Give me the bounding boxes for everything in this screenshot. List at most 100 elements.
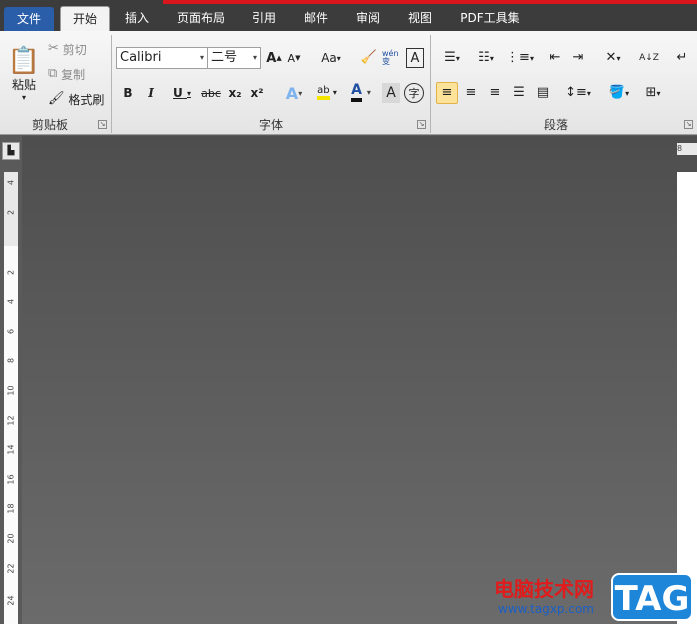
tab-references[interactable]: 引用 <box>242 6 286 31</box>
align-left-button[interactable]: ≡ <box>436 82 458 104</box>
enclose-characters-button[interactable]: 字 <box>404 83 424 103</box>
paste-button[interactable]: 📋 粘贴 ▾ <box>4 37 44 111</box>
copy-label: 复制 <box>61 67 86 82</box>
tab-selector-button[interactable]: ▙ <box>2 142 20 160</box>
ruler-number: 4 <box>6 179 16 186</box>
underline-button[interactable]: U ▾ <box>166 83 198 103</box>
clipboard-group-label: 剪贴板 <box>31 118 68 132</box>
tab-mailings[interactable]: 邮件 <box>294 6 338 31</box>
ruler-number: 8 <box>6 357 16 364</box>
align-right-icon: ≡ <box>489 85 501 100</box>
italic-button[interactable]: I <box>143 83 159 103</box>
align-center-button[interactable]: ≡ <box>460 82 482 104</box>
ruler-number: 8 <box>677 144 683 153</box>
document-page[interactable] <box>677 172 697 624</box>
subscript-label: x₂ <box>228 86 242 100</box>
phonetic-guide-button[interactable]: wén 变 <box>382 46 404 70</box>
strikethrough-button[interactable]: abc <box>200 83 222 103</box>
numbering-button[interactable]: ☷ ▾ <box>470 48 502 68</box>
paragraph-group-label: 段落 <box>543 118 568 132</box>
ruler-number: 10 <box>6 385 16 396</box>
tab-review[interactable]: 审阅 <box>346 6 390 31</box>
chevron-down-icon: ▾ <box>298 88 303 98</box>
chevron-down-icon: ▾ <box>586 88 591 98</box>
bold-button[interactable]: B <box>120 83 136 103</box>
cut-label: 剪切 <box>62 42 87 57</box>
font-color-label: A <box>351 82 362 102</box>
copy-icon: ⧉ <box>48 66 58 81</box>
tab-file[interactable]: 文件 <box>4 7 54 31</box>
ruler-number: 2 <box>6 209 16 216</box>
bullets-button[interactable]: ☰ ▾ <box>436 48 468 68</box>
sort-label: A↓Z <box>639 52 659 63</box>
text-effect-button[interactable]: A ▾ <box>280 83 308 103</box>
tab-insert[interactable]: 插入 <box>113 6 161 31</box>
justify-icon: ☰ <box>513 85 525 100</box>
chevron-down-icon: ▾ <box>21 93 26 102</box>
clear-format-button[interactable]: 🧹 <box>358 48 380 68</box>
ruler-number: 14 <box>6 444 16 455</box>
border-grid-icon: ⊞ <box>645 85 657 100</box>
borders-button[interactable]: ⊞ ▾ <box>638 82 668 104</box>
shading-button[interactable]: 🪣 ▾ <box>604 82 634 104</box>
ruler-number: 6 <box>6 328 16 335</box>
sort-button[interactable]: A↓Z <box>638 46 660 70</box>
tab-view[interactable]: 视图 <box>398 6 442 31</box>
tab-page-layout[interactable]: 页面布局 <box>168 6 234 31</box>
format-painter-label: 格式刷 <box>68 92 105 107</box>
ruler-number: 12 <box>6 415 16 426</box>
align-center-icon: ≡ <box>465 85 477 100</box>
shrink-font-label: A <box>287 51 296 65</box>
format-painter-button[interactable]: 🖌 格式刷 <box>48 89 110 109</box>
asian-layout-button[interactable]: ✕ ▾ <box>598 48 628 68</box>
numbered-list-icon: ☷ <box>478 50 490 65</box>
tab-pdf-tools[interactable]: PDF工具集 <box>452 6 528 31</box>
highlight-color-button[interactable]: ab ▾ <box>311 81 343 103</box>
justify-button[interactable]: ☰ <box>508 82 530 104</box>
font-size-combo[interactable]: 二号 ▾ <box>207 47 261 69</box>
font-color-button[interactable]: A ▾ <box>346 81 376 103</box>
decrease-indent-button[interactable]: ⇤ <box>545 48 565 68</box>
show-marks-button[interactable]: ↵ <box>672 48 692 68</box>
subscript-button[interactable]: x₂ <box>226 83 244 103</box>
ruler-number: 2 <box>6 269 16 276</box>
ruler-number: 16 <box>6 474 16 485</box>
superscript-button[interactable]: x² <box>248 83 266 103</box>
multilevel-list-icon: ⋮≡ <box>506 50 530 65</box>
chevron-down-icon: ▾ <box>489 53 494 63</box>
increase-indent-button[interactable]: ⇥ <box>568 48 588 68</box>
bullet-list-icon: ☰ <box>444 50 456 65</box>
line-spacing-icon: ↕≡ <box>565 85 587 100</box>
tab-home[interactable]: 开始 <box>60 6 110 32</box>
ruler-number: 24 <box>6 595 16 606</box>
character-border-button[interactable]: A <box>406 48 424 68</box>
change-case-label: Aa <box>321 51 337 65</box>
font-group-label: 字体 <box>258 118 283 132</box>
chevron-down-icon: ▾ <box>366 87 371 97</box>
chevron-down-icon: ▾ <box>252 53 257 62</box>
font-size-value: 二号 <box>211 50 238 65</box>
font-name-combo[interactable]: Calibri ▾ <box>116 47 208 69</box>
chevron-down-icon: ▾ <box>656 88 661 98</box>
copy-button[interactable]: ⧉ 复制 <box>48 64 108 84</box>
grow-font-label: A <box>266 50 277 66</box>
distributed-button[interactable]: ▤ <box>532 82 554 104</box>
shrink-font-button[interactable]: A ▼ <box>285 48 303 68</box>
paint-bucket-icon: 🪣 <box>608 85 626 100</box>
document-canvas[interactable] <box>22 136 697 624</box>
change-case-button[interactable]: Aa ▾ <box>316 48 346 68</box>
clipboard-launcher-icon[interactable]: ↘ <box>98 120 107 129</box>
chevron-down-icon: ▾ <box>529 53 534 63</box>
grow-font-button[interactable]: A ▲ <box>265 48 283 68</box>
align-right-button[interactable]: ≡ <box>484 82 506 104</box>
character-shading-label: A <box>386 85 396 101</box>
character-shading-button[interactable]: A <box>382 83 400 103</box>
superscript-label: x² <box>250 86 264 100</box>
cut-button[interactable]: ✂ 剪切 <box>48 39 108 59</box>
font-launcher-icon[interactable]: ↘ <box>417 120 426 129</box>
line-spacing-button[interactable]: ↕≡ ▾ <box>563 82 593 104</box>
paragraph-launcher-icon[interactable]: ↘ <box>684 120 693 129</box>
ribbon-tab-bar: 文件 开始 插入 页面布局 引用 邮件 审阅 视图 PDF工具集 <box>0 0 697 32</box>
ribbon-home: 📋 粘贴 ▾ ✂ 剪切 ⧉ 复制 🖌 格式刷 剪贴板 ↘ Calibri ▾ 二号… <box>0 31 697 135</box>
multilevel-list-button[interactable]: ⋮≡ ▾ <box>504 48 536 68</box>
